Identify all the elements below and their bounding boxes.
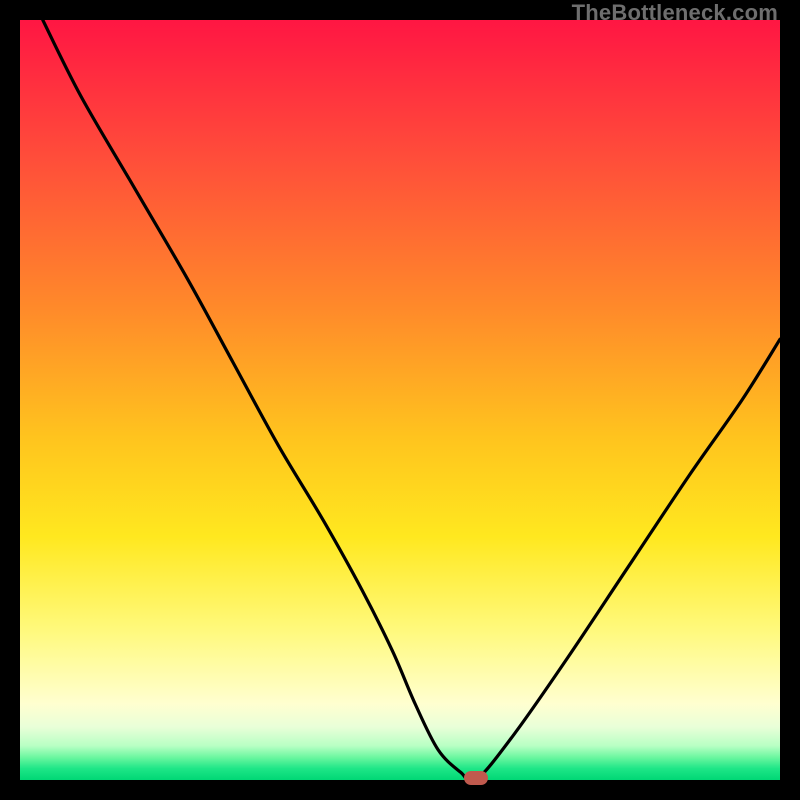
plot-area [20, 20, 780, 780]
optimal-point-marker [464, 771, 488, 785]
bottleneck-curve [20, 20, 780, 780]
chart-frame: TheBottleneck.com [0, 0, 800, 800]
